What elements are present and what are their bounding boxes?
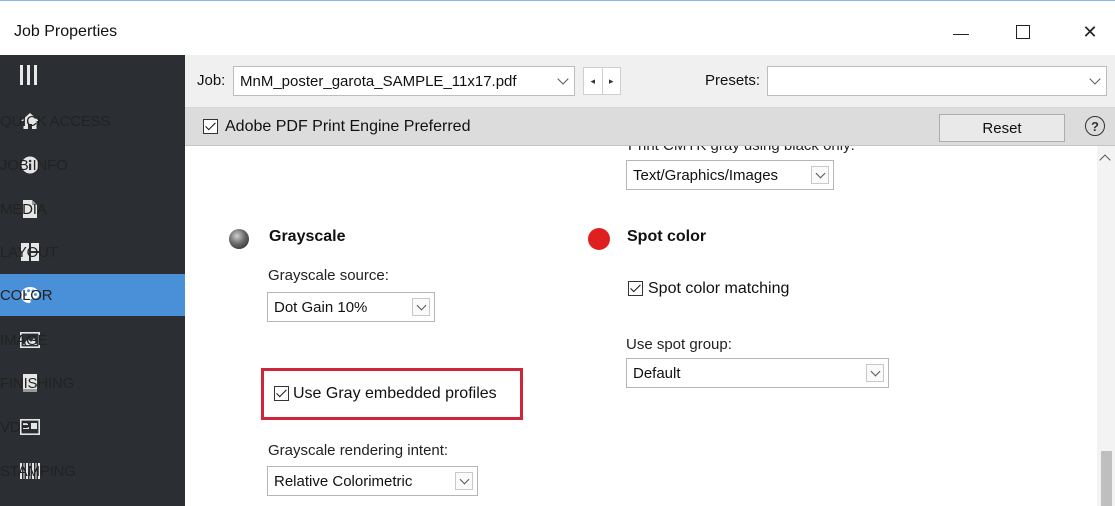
minimize-button[interactable]: [938, 15, 984, 49]
chevron-down-icon: [1084, 67, 1106, 95]
grayscale-source-select[interactable]: Dot Gain 10%: [267, 292, 435, 322]
engine-bar: Adobe PDF Print Engine Preferred Reset ?: [185, 108, 1115, 146]
vertical-scrollbar[interactable]: [1097, 146, 1115, 506]
prev-job-button[interactable]: ◂: [584, 68, 602, 94]
sidebar-item-quick-access[interactable]: QUICK ACCESS: [0, 100, 185, 142]
cmyk-gray-select[interactable]: Text/Graphics/Images: [626, 160, 834, 190]
sidebar-item-label: COLOR: [0, 286, 53, 304]
grayscale-intent-value: Relative Colorimetric: [274, 473, 413, 490]
grayscale-title: Grayscale: [269, 228, 346, 245]
sidebar-item-color[interactable]: COLOR: [0, 274, 185, 316]
sidebar-item-label: JOB INFO: [0, 156, 68, 174]
job-nav: ◂ ▸: [583, 67, 621, 95]
sidebar-item-finishing[interactable]: FINISHING: [0, 362, 185, 404]
sidebar-item-label: VDP: [0, 418, 31, 436]
chevron-down-icon: [811, 166, 829, 184]
help-icon[interactable]: ?: [1085, 116, 1105, 136]
close-button[interactable]: ✕: [1067, 15, 1113, 49]
job-label: Job:: [197, 72, 226, 89]
sidebar-item-stamping[interactable]: STAMPING: [0, 450, 185, 492]
job-select[interactable]: MnM_poster_garota_SAMPLE_11x17.pdf: [233, 66, 575, 96]
grayscale-intent-select[interactable]: Relative Colorimetric: [267, 466, 478, 496]
gray-embedded-profiles-checkbox[interactable]: [274, 386, 289, 402]
presets-select[interactable]: [767, 66, 1107, 96]
adobe-pdf-engine-label: Adobe PDF Print Engine Preferred: [225, 118, 471, 135]
next-job-button[interactable]: ▸: [601, 68, 621, 94]
sidebar-item-job-info[interactable]: JOB INFO: [0, 144, 185, 186]
sidebar: QUICK ACCESS JOB INFO MEDIA LAYOUT COLOR…: [0, 55, 185, 506]
grayscale-source-label: Grayscale source:: [268, 267, 389, 284]
sidebar-item-label: STAMPING: [0, 462, 76, 480]
sidebar-item-media[interactable]: MEDIA: [0, 188, 185, 230]
reset-button[interactable]: Reset: [939, 114, 1065, 142]
job-select-value: MnM_poster_garota_SAMPLE_11x17.pdf: [240, 73, 517, 90]
chevron-down-icon: [412, 298, 430, 316]
grayscale-icon: [229, 229, 249, 249]
maximize-button[interactable]: [1000, 15, 1046, 49]
sidebar-item-label: FINISHING: [0, 374, 75, 392]
chevron-down-icon: [866, 364, 884, 382]
spot-color-icon: [588, 228, 610, 250]
spot-color-matching-label: Spot color matching: [648, 280, 790, 297]
spot-group-select[interactable]: Default: [626, 358, 889, 388]
cmyk-gray-select-value: Text/Graphics/Images: [633, 167, 779, 184]
title-bar: Job Properties ✕: [0, 0, 1115, 55]
scroll-up-icon[interactable]: [1099, 154, 1111, 166]
minimize-icon: [953, 33, 969, 35]
sidebar-item-image[interactable]: IMAGE: [0, 319, 185, 361]
chevron-down-icon: [455, 472, 473, 490]
spot-color-matching-checkbox[interactable]: [628, 281, 643, 297]
chevron-down-icon: [552, 67, 574, 95]
grayscale-source-value: Dot Gain 10%: [274, 299, 368, 316]
sidebar-item-vdp[interactable]: VDP: [0, 406, 185, 448]
scroll-thumb[interactable]: [1101, 451, 1112, 506]
menu-icon[interactable]: [20, 65, 37, 87]
sidebar-item-layout[interactable]: LAYOUT: [0, 231, 185, 273]
cmyk-gray-label: Print CMYK gray using black only:: [628, 146, 855, 154]
presets-label: Presets:: [705, 72, 761, 89]
close-icon: ✕: [1082, 21, 1098, 42]
gray-embedded-profiles-option[interactable]: Use Gray embedded profiles: [274, 385, 497, 403]
color-settings-panel: Print CMYK gray using black only: Text/G…: [185, 146, 1097, 506]
spot-group-value: Default: [633, 365, 681, 382]
grayscale-intent-label: Grayscale rendering intent:: [268, 442, 449, 459]
spot-color-title: Spot color: [627, 228, 707, 245]
sidebar-item-label: QUICK ACCESS: [0, 112, 111, 130]
sidebar-item-label: LAYOUT: [0, 243, 58, 261]
maximize-icon: [1016, 25, 1030, 39]
window-title: Job Properties: [14, 23, 118, 40]
job-bar: Job: MnM_poster_garota_SAMPLE_11x17.pdf …: [185, 55, 1115, 108]
sidebar-item-label: IMAGE: [0, 331, 48, 349]
spot-color-matching-option[interactable]: Spot color matching: [628, 280, 789, 298]
gray-embedded-profiles-label: Use Gray embedded profiles: [293, 385, 497, 402]
spot-group-label: Use spot group:: [626, 336, 732, 353]
sidebar-item-label: MEDIA: [0, 200, 47, 218]
adobe-pdf-engine-checkbox[interactable]: [203, 119, 218, 134]
